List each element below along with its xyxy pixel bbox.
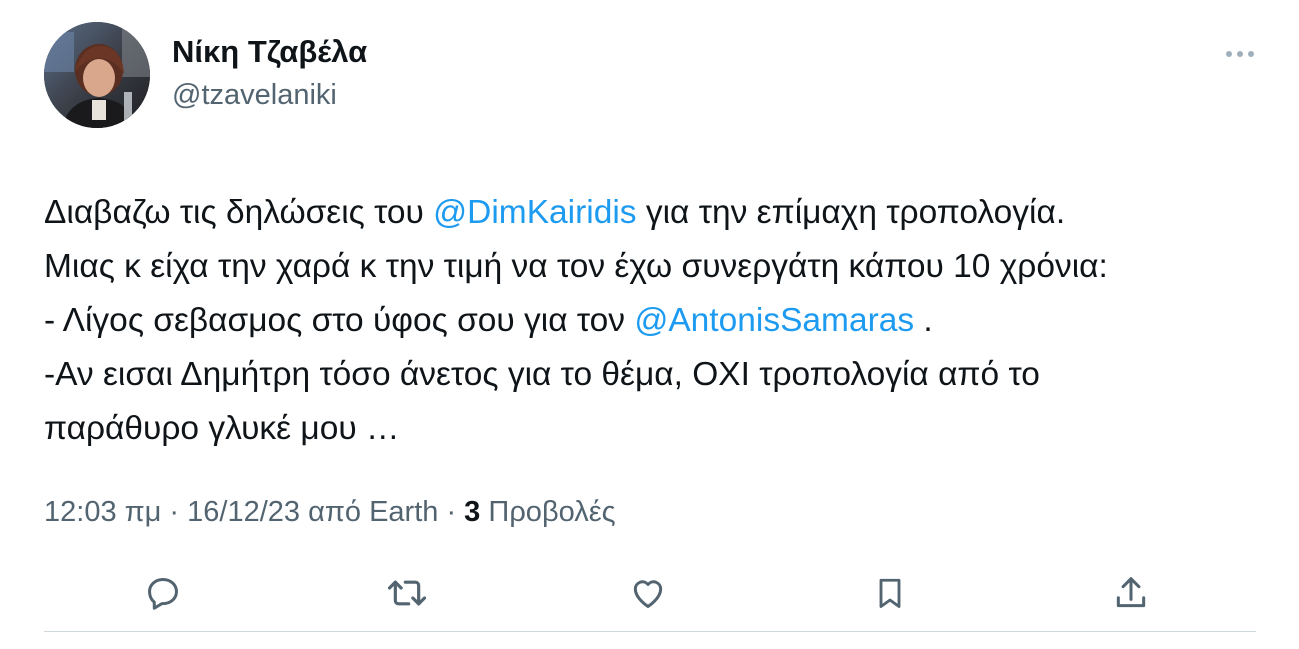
avatar-photo	[44, 22, 150, 128]
bookmark-icon	[879, 578, 901, 608]
text-segment: - Λίγος σεβασμος στο ύφος σου για τον	[44, 302, 635, 339]
tweet-meta: 12:03 πμ · 16/12/23 από Earth · 3 Προβολ…	[44, 496, 616, 529]
retweet-button[interactable]	[382, 568, 432, 618]
reply-button[interactable]	[138, 568, 188, 618]
mention-link[interactable]: @DimKairidis	[433, 194, 636, 231]
views-count: 3	[464, 496, 481, 528]
meta-separator: ·	[161, 496, 188, 528]
text-segment: για την επίμαχη τροπολογία.	[636, 194, 1066, 231]
heart-icon	[633, 580, 663, 608]
retweet-icon	[387, 580, 427, 606]
share-button[interactable]	[1106, 568, 1156, 618]
meta-separator: ·	[438, 496, 465, 528]
like-button[interactable]	[623, 568, 673, 618]
text-segment: Μιας κ είχα την χαρά κ την τιμή να τον έ…	[44, 248, 1108, 285]
source-prefix: από	[300, 496, 370, 528]
more-options-button[interactable]	[1222, 40, 1258, 68]
share-icon	[1116, 577, 1146, 608]
tweet-date[interactable]: 16/12/23	[187, 496, 300, 528]
text-segment: .	[914, 302, 933, 339]
action-bar	[0, 568, 1299, 618]
author-name[interactable]: Νίκη Τζαβέλα	[172, 34, 367, 70]
tweet-time[interactable]: 12:03 πμ	[44, 496, 161, 528]
tweet-source: Earth	[369, 496, 439, 528]
mention-link[interactable]: @AntonisSamaras	[634, 302, 914, 339]
tweet-line: παράθυρο γλυκέ μου …	[44, 402, 1274, 456]
reply-icon	[148, 578, 178, 610]
author-handle[interactable]: @tzavelaniki	[172, 79, 337, 112]
divider	[44, 631, 1256, 632]
more-icon	[1226, 51, 1254, 57]
tweet-line: - Λίγος σεβασμος στο ύφος σου για τον @A…	[44, 294, 1274, 348]
bookmark-button[interactable]	[865, 568, 915, 618]
text-segment: -Αν εισαι Δημήτρη τόσο άνετος για το θέμ…	[44, 356, 1040, 393]
text-segment: Διαβαζω τις δηλώσεις του	[44, 194, 434, 231]
tweet-line: Διαβαζω τις δηλώσεις του @DimKairidis γι…	[44, 186, 1274, 240]
text-segment: παράθυρο γλυκέ μου …	[44, 410, 400, 447]
tweet-text: Διαβαζω τις δηλώσεις του @DimKairidis γι…	[44, 186, 1274, 456]
tweet-card: Νίκη Τζαβέλα @tzavelaniki Διαβαζω τις δη…	[0, 0, 1299, 649]
views-label: Προβολές	[480, 496, 616, 528]
avatar[interactable]	[44, 22, 150, 128]
tweet-line: Μιας κ είχα την χαρά κ την τιμή να τον έ…	[44, 240, 1274, 294]
tweet-line: -Αν εισαι Δημήτρη τόσο άνετος για το θέμ…	[44, 348, 1274, 402]
